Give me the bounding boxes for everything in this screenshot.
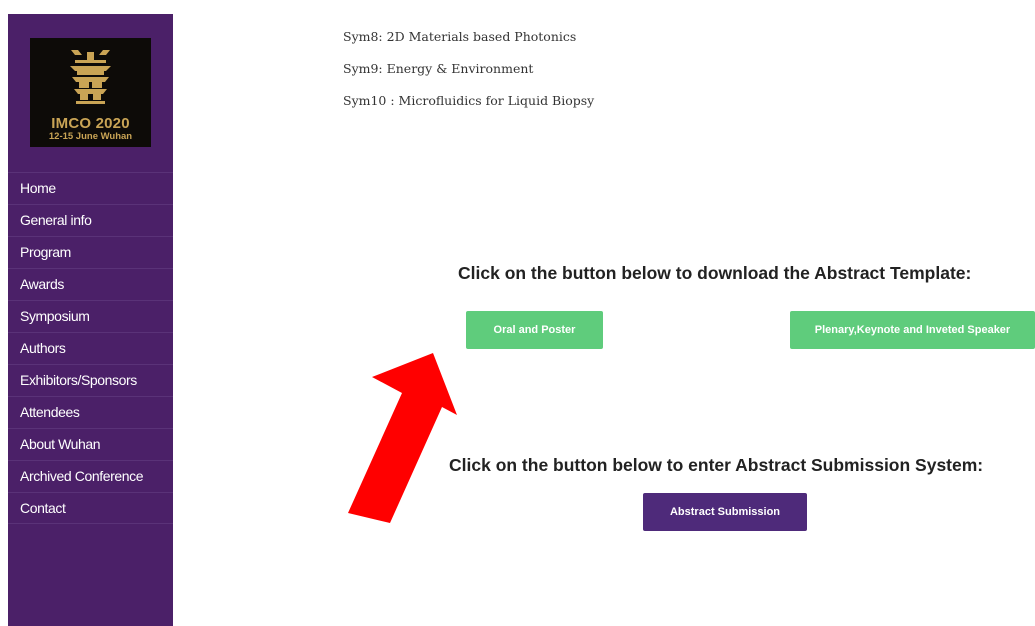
oral-poster-template-button[interactable]: Oral and Poster [466,311,603,349]
nav-archived-conference[interactable]: Archived Conference [8,460,173,492]
logo-dates: 12-15 June Wuhan [48,131,133,142]
nav-home[interactable]: Home [8,172,173,204]
nav-program[interactable]: Program [8,236,173,268]
red-arrow-icon [348,353,457,523]
template-heading: Click on the button below to download th… [458,263,972,283]
plenary-keynote-template-button[interactable]: Plenary,Keynote and Inveted Speaker [790,311,1035,349]
nav-about-wuhan[interactable]: About Wuhan [8,428,173,460]
sidebar: IMCO 2020 12-15 June Wuhan Home General … [8,14,173,626]
nav-authors[interactable]: Authors [8,332,173,364]
symposium-item: Sym10 : Microfluidics for Liquid Biopsy [343,93,595,108]
main-nav: Home General info Program Awards Symposi… [8,172,173,524]
nav-contact[interactable]: Contact [8,492,173,524]
symposium-item: Sym9: Energy & Environment [343,61,534,76]
symposium-item: Sym8: 2D Materials based Photonics [343,29,577,44]
nav-exhibitors-sponsors[interactable]: Exhibitors/Sponsors [8,364,173,396]
logo-title: IMCO 2020 [51,115,130,132]
pagoda-emblem-icon [70,50,111,104]
nav-awards[interactable]: Awards [8,268,173,300]
submission-heading: Click on the button below to enter Abstr… [449,455,984,475]
nav-symposium[interactable]: Symposium [8,300,173,332]
conference-logo[interactable]: IMCO 2020 12-15 June Wuhan [30,38,151,147]
nav-attendees[interactable]: Attendees [8,396,173,428]
nav-general-info[interactable]: General info [8,204,173,236]
abstract-submission-button[interactable]: Abstract Submission [643,493,807,531]
